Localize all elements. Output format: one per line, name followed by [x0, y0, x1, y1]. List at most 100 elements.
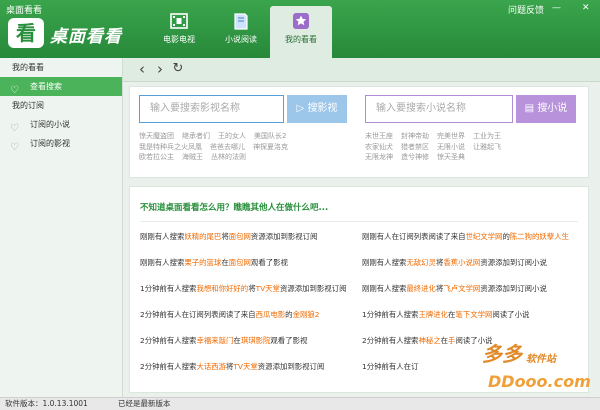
- hot-novel[interactable]: 完美世界: [437, 132, 465, 140]
- feed-link[interactable]: 栗子的篮球: [184, 258, 221, 267]
- status-bar: 软件版本：1.0.13.1001 已经是最新版本: [0, 397, 600, 410]
- tab-novels[interactable]: 小说阅读: [210, 6, 272, 58]
- hot-novel[interactable]: 末世王座: [365, 132, 393, 140]
- close-button[interactable]: ✕: [582, 3, 590, 13]
- feed-text: 刚刚有人在订阅列表阅读了来自: [362, 232, 466, 241]
- forward-icon[interactable]: ›: [151, 59, 169, 81]
- hot-novel[interactable]: 无限龙神: [365, 153, 393, 161]
- feed-item[interactable]: 刚刚有人搜索最终进化将飞卢文学网资源添加到订阅小说: [362, 283, 547, 294]
- feed-link[interactable]: 金刚狼2: [293, 310, 320, 319]
- feed-item[interactable]: 1分钟前有人在订: [362, 361, 418, 372]
- novel-search-button[interactable]: ▤ 搜小说: [516, 95, 576, 123]
- tab-my-kankan[interactable]: 我的看看: [270, 6, 332, 58]
- hot-video[interactable]: 美国队长2: [254, 132, 286, 140]
- feed-link[interactable]: 飞卢文学网: [443, 284, 480, 293]
- feed-link[interactable]: 我想和你好好的: [196, 284, 248, 293]
- sidebar-item-label: 查看搜索: [30, 82, 62, 91]
- video-search-button-label: 搜影视: [307, 103, 338, 114]
- feed-link[interactable]: 神秘之: [418, 336, 440, 345]
- hot-novel[interactable]: 封神帝劫: [401, 132, 429, 140]
- hot-video[interactable]: 继承者们: [182, 132, 210, 140]
- feed-text: 观看了影视: [250, 258, 288, 267]
- feed-item[interactable]: 2分钟前有人搜索大话西游将TV天堂资源添加到影视订阅: [140, 361, 324, 372]
- video-hot-list: 惊天魔盗团 继承者们 王的女人 美国队长2 我是特种兵之火凤凰 爸爸去哪儿 神探夏洛克 欧…: [139, 131, 349, 163]
- feed-link[interactable]: TV天堂: [256, 284, 280, 293]
- hot-novel[interactable]: 农家仙犬: [365, 143, 393, 151]
- feed-link[interactable]: 面包网: [229, 258, 251, 267]
- hot-video[interactable]: 王的女人: [218, 132, 246, 140]
- feed-item[interactable]: 2分钟前有人搜索神秘之在手阅读了小说: [362, 335, 492, 346]
- book-icon: ▤: [524, 103, 535, 114]
- hot-video[interactable]: 海贼王: [182, 153, 203, 161]
- title-bar: 桌面看看 看 桌面看看 电影电视 小说阅读 我的看看 问题反馈 — ✕: [0, 0, 600, 58]
- feed-item[interactable]: 2分钟前有人在订阅列表阅读了来自西瓜电影的金刚狼2: [140, 309, 319, 320]
- film-icon: [170, 13, 188, 29]
- back-icon[interactable]: ‹: [133, 59, 151, 81]
- hot-novel[interactable]: 猎者禁区: [401, 143, 429, 151]
- feed-link[interactable]: 世纪文学网: [465, 232, 502, 241]
- feed-item[interactable]: 刚刚有人搜索栗子的篮球在面包网观看了影视: [140, 257, 288, 268]
- feed-item[interactable]: 刚刚有人在订阅列表阅读了来自世纪文学网的陈二狗的妖孽人生: [362, 231, 569, 242]
- play-icon: ▷: [296, 103, 305, 114]
- heart-icon: ♡: [10, 85, 19, 96]
- novel-search-button-label: 搜小说: [537, 103, 568, 114]
- feed-text: 将: [248, 284, 256, 293]
- feed-text: 资源添加到影视订阅: [279, 284, 347, 293]
- heart-icon: ♡: [10, 142, 19, 153]
- tab-label: 我的看看: [285, 35, 317, 44]
- feed-text: 刚刚有人搜索: [140, 232, 185, 241]
- feed-link[interactable]: 幸福来敲门: [196, 336, 233, 345]
- feed-item[interactable]: 2分钟前有人搜索幸福来敲门在琪琪影院观看了影视: [140, 335, 307, 346]
- feed-link[interactable]: 笔下文学网: [455, 310, 492, 319]
- minimize-button[interactable]: —: [552, 3, 561, 13]
- feed-link[interactable]: 面包网: [229, 232, 251, 241]
- feed-link[interactable]: 最终进化: [406, 284, 436, 293]
- feed-item[interactable]: 刚刚有人搜索妖精的尾巴将面包网资源添加到影视订阅: [140, 231, 317, 242]
- feed-text: 资源添加到订阅小说: [480, 284, 547, 293]
- feed-link[interactable]: 妖精的尾巴: [184, 232, 221, 241]
- tab-movies-tv[interactable]: 电影电视: [148, 6, 210, 58]
- refresh-icon[interactable]: ↻: [169, 59, 187, 81]
- feed-text: 阅读了小说: [492, 310, 530, 319]
- feed-link[interactable]: 香蕉小说网: [443, 258, 480, 267]
- feed-link[interactable]: 大话西游: [196, 362, 226, 371]
- feed-link[interactable]: TV天堂: [233, 362, 257, 371]
- feed-link[interactable]: 陈二狗的妖孽人生: [510, 232, 569, 241]
- hot-video[interactable]: 爸爸去哪儿: [210, 143, 245, 151]
- hot-video[interactable]: 我是特种兵之火凤凰: [139, 143, 202, 151]
- watermark-logo-text: 多多: [482, 342, 522, 366]
- feed-text: 观看了影视: [270, 336, 308, 345]
- hot-video[interactable]: 丛林的法则: [211, 153, 246, 161]
- sidebar-item-search[interactable]: ♡ 查看搜索: [0, 77, 122, 96]
- feed-link[interactable]: 西瓜电影: [256, 310, 286, 319]
- feed-link[interactable]: 王牌进化: [418, 310, 448, 319]
- hot-video[interactable]: 惊天魔盗团: [139, 132, 174, 140]
- feed-text: 在: [233, 336, 241, 345]
- feed-link[interactable]: 琪琪影院: [241, 336, 271, 345]
- app-logo: 看: [8, 18, 44, 48]
- version-text: 软件版本：1.0.13.1001: [5, 399, 88, 408]
- feedback-link[interactable]: 问题反馈: [508, 3, 544, 16]
- hot-novel[interactable]: 工业为王: [473, 132, 501, 140]
- sidebar-item-subscribed-novels[interactable]: ♡ 订阅的小说: [0, 115, 122, 134]
- novel-search-input[interactable]: 输入要搜索小说名称: [365, 95, 513, 123]
- feed-text: 刚刚有人搜索: [362, 258, 407, 267]
- hot-video[interactable]: 欧若拉公主: [139, 153, 174, 161]
- hot-video[interactable]: 神探夏洛克: [253, 143, 288, 151]
- feed-link[interactable]: 无敌幻灵: [406, 258, 436, 267]
- hot-novel[interactable]: 让雅起飞: [473, 143, 501, 151]
- feed-text: 资源添加到订阅小说: [480, 258, 547, 267]
- video-search-input[interactable]: 输入要搜索影视名称: [139, 95, 284, 123]
- feed-item[interactable]: 1分钟前有人搜索我想和你好好的将TV天堂资源添加到影视订阅: [140, 283, 346, 294]
- hot-novel[interactable]: 无限小说: [437, 143, 465, 151]
- sidebar-item-subscribed-videos[interactable]: ♡ 订阅的影视: [0, 134, 122, 153]
- feed-item[interactable]: 1分钟前有人搜索王牌进化在笔下文学网阅读了小说: [362, 309, 529, 320]
- video-search-button[interactable]: ▷ 搜影视: [287, 95, 347, 123]
- hot-novel[interactable]: 惊天圣典: [437, 153, 465, 161]
- feed-text: 资源添加到影视订阅: [250, 232, 318, 241]
- hot-novel[interactable]: 造兮神修: [401, 153, 429, 161]
- book-icon: [234, 13, 248, 30]
- feed-text: 的: [285, 310, 293, 319]
- feed-item[interactable]: 刚刚有人搜索无敌幻灵将香蕉小说网资源添加到订阅小说: [362, 257, 547, 268]
- feed-text: 在: [221, 258, 229, 267]
